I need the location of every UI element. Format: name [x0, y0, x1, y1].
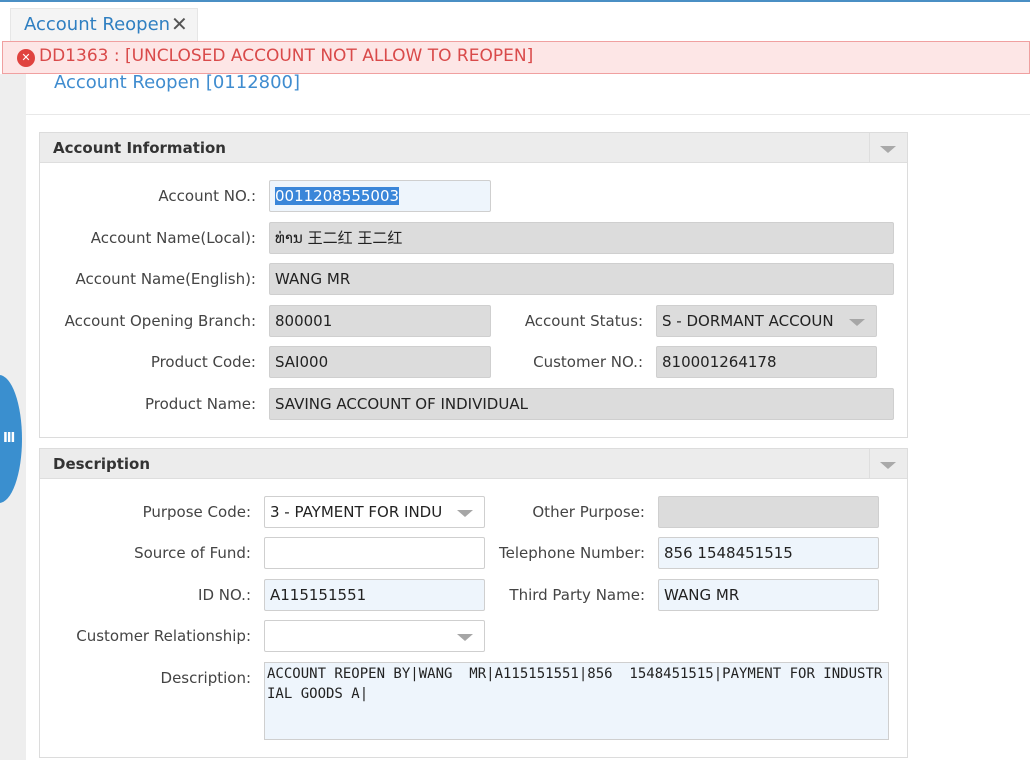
panel-header: Account Information — [40, 133, 907, 163]
product-code-field: SAI000 — [269, 346, 491, 378]
source-of-fund-input[interactable] — [264, 537, 485, 569]
page-title: Account Reopen [0112800] — [54, 72, 301, 93]
other-purpose-label: Other Purpose: — [532, 503, 645, 521]
source-of-fund-label: Source of Fund: — [134, 544, 251, 562]
account-status-value: S - DORMANT ACCOUN — [662, 312, 834, 330]
tab-bar: Account Reopen ✕ — [0, 2, 1030, 42]
error-banner: ✕ DD1363 : [UNCLOSED ACCOUNT NOT ALLOW T… — [2, 41, 1030, 74]
product-code-label: Product Code: — [150, 353, 256, 371]
telephone-number-input[interactable]: 856 1548451515 — [658, 537, 879, 569]
account-no-value: 0011208555003 — [275, 187, 400, 205]
account-no-input[interactable]: 0011208555003 — [269, 180, 491, 212]
error-message: DD1363 : [UNCLOSED ACCOUNT NOT ALLOW TO … — [39, 46, 534, 66]
purpose-code-select[interactable]: 3 - PAYMENT FOR INDU — [264, 496, 485, 528]
third-party-name-label: Third Party Name: — [509, 586, 645, 604]
account-status-select: S - DORMANT ACCOUN — [656, 305, 877, 337]
account-status-label: Account Status: — [524, 312, 643, 330]
panel-title: Description — [53, 455, 151, 473]
close-icon[interactable]: ✕ — [171, 12, 188, 36]
account-name-local-field: ທ່ານ 王二红 王二红 — [269, 222, 894, 254]
product-name-label: Product Name: — [144, 395, 256, 413]
panel-header: Description — [40, 449, 907, 479]
error-icon: ✕ — [17, 49, 35, 67]
description-label: Description: — [160, 669, 251, 687]
customer-no-label: Customer NO.: — [533, 353, 643, 371]
title-divider — [26, 114, 1030, 115]
tab-title[interactable]: Account Reopen — [24, 14, 170, 35]
purpose-code-value: 3 - PAYMENT FOR INDU — [270, 503, 443, 521]
third-party-name-input[interactable]: WANG MR — [658, 579, 879, 611]
panel-title: Account Information — [53, 139, 226, 157]
account-name-english-field: WANG MR — [269, 263, 894, 295]
id-no-label: ID NO.: — [198, 586, 251, 604]
customer-relationship-select[interactable] — [264, 620, 485, 652]
chevron-down-icon — [849, 319, 865, 326]
product-name-field: SAVING ACCOUNT OF INDIVIDUAL — [269, 388, 894, 420]
account-no-label: Account NO.: — [158, 187, 256, 205]
other-purpose-field — [658, 496, 879, 528]
customer-relationship-label: Customer Relationship: — [76, 627, 251, 645]
collapse-toggle-icon[interactable] — [869, 133, 907, 163]
telephone-number-label: Telephone Number: — [499, 544, 645, 562]
account-name-local-label: Account Name(Local): — [90, 229, 256, 247]
purpose-code-label: Purpose Code: — [142, 503, 251, 521]
tab-account-reopen[interactable]: Account Reopen ✕ — [10, 8, 198, 42]
opening-branch-field: 800001 — [269, 305, 491, 337]
chevron-down-icon[interactable] — [457, 510, 473, 517]
description-textarea[interactable]: ACCOUNT REOPEN BY|WANG MR|A115151551|856… — [264, 662, 889, 740]
collapse-toggle-icon[interactable] — [869, 449, 907, 479]
id-no-input[interactable]: A115151551 — [264, 579, 485, 611]
account-name-english-label: Account Name(English): — [75, 270, 256, 288]
opening-branch-label: Account Opening Branch: — [64, 312, 256, 330]
menu-lines-icon[interactable]: Ⅲ — [3, 431, 15, 446]
description-panel: Description Purpose Code: 3 - PAYMENT FO… — [39, 448, 908, 758]
chevron-down-icon[interactable] — [457, 634, 473, 641]
account-information-panel: Account Information Account NO.: 0011208… — [39, 132, 908, 438]
customer-no-field: 810001264178 — [656, 346, 877, 378]
